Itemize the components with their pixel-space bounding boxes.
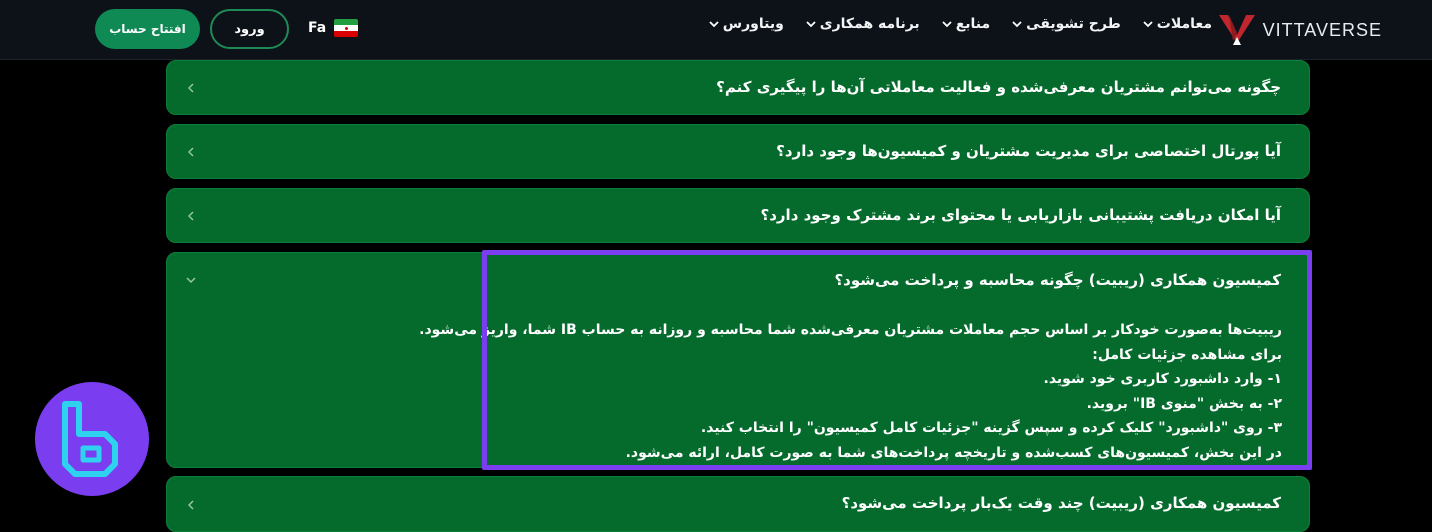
faq-item[interactable]: آیا امکان دریافت پشتیبانی بازاریابی یا م… (166, 188, 1310, 243)
open-account-button[interactable]: افتتاح حساب (95, 9, 200, 49)
page: VITTAVERSE معاملات طرح تشویقی منابع برنا… (0, 0, 1432, 532)
nav-item-promotions[interactable]: طرح تشویقی (1012, 16, 1121, 32)
top-navbar: VITTAVERSE معاملات طرح تشویقی منابع برنا… (0, 0, 1432, 60)
highlight-frame (482, 250, 1312, 470)
chevron-left-icon[interactable] (185, 82, 197, 94)
nav-item-label: منابع (955, 16, 991, 32)
faq-item[interactable]: کمیسیون همکاری (ریبیت) چند وقت یک‌بار پر… (166, 476, 1310, 532)
nav-item-label: طرح تشویقی (1026, 16, 1121, 32)
language-selector[interactable]: Fa (308, 19, 359, 37)
nav-item-label: ویتاورس (722, 16, 784, 32)
chevron-down-icon (1012, 21, 1022, 28)
chevron-left-icon[interactable] (185, 499, 197, 511)
language-code: Fa (308, 20, 327, 36)
faq-question: آیا پورتال اختصاصی برای مدیریت مشتریان و… (776, 142, 1281, 160)
brand-name: VITTAVERSE (1262, 19, 1382, 40)
nav-item-resources[interactable]: منابع (942, 16, 990, 32)
chevron-left-icon[interactable] (185, 146, 197, 158)
chevron-down-icon (709, 21, 719, 28)
tradingfinder-logo-icon (62, 401, 118, 477)
faq-question: چگونه می‌توانم مشتریان معرفی‌شده و فعالی… (716, 78, 1281, 96)
chevron-down-icon (806, 21, 816, 28)
faq-item[interactable]: آیا پورتال اختصاصی برای مدیریت مشتریان و… (166, 124, 1310, 179)
brand-logo-icon (1218, 15, 1255, 45)
faq-question: آیا امکان دریافت پشتیبانی بازاریابی یا م… (760, 206, 1281, 224)
nav-item-label: معاملات (1156, 16, 1212, 32)
faq-question: کمیسیون همکاری (ریبیت) چند وقت یک‌بار پر… (841, 494, 1281, 512)
nav-item-label: برنامه همکاری (819, 16, 920, 32)
main-nav: معاملات طرح تشویقی منابع برنامه همکاری و… (709, 16, 1212, 32)
nav-item-partnership[interactable]: برنامه همکاری (806, 16, 920, 32)
login-button[interactable]: ورود (210, 9, 289, 49)
chevron-down-icon (942, 21, 952, 28)
chevron-down-icon[interactable] (185, 274, 197, 286)
faq-item[interactable]: چگونه می‌توانم مشتریان معرفی‌شده و فعالی… (166, 60, 1310, 115)
chevron-down-icon (1143, 21, 1153, 28)
chevron-left-icon[interactable] (185, 210, 197, 222)
nav-item-trading[interactable]: معاملات (1143, 16, 1212, 32)
iran-flag-icon (334, 19, 359, 37)
floating-logo[interactable] (35, 382, 149, 496)
nav-item-vittaverse[interactable]: ویتاورس (709, 16, 784, 32)
brand[interactable]: VITTAVERSE (1218, 13, 1382, 47)
